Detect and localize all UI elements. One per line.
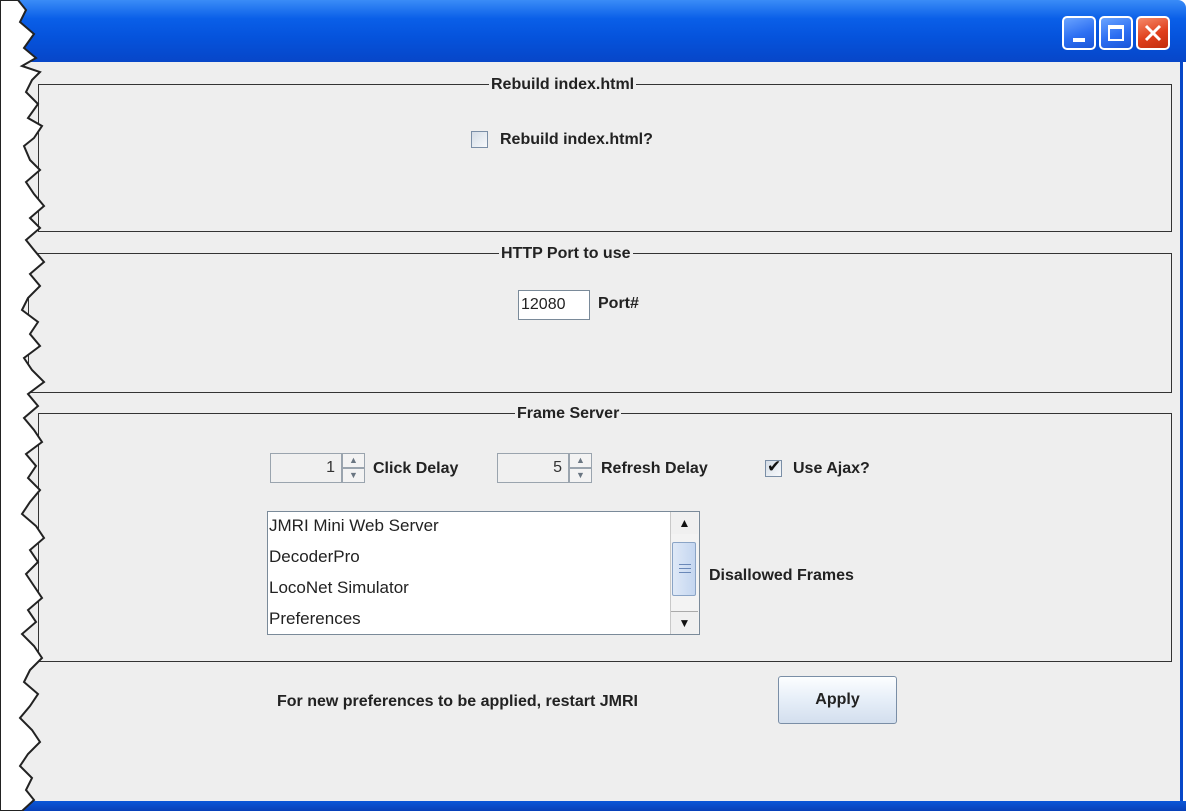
list-item[interactable]: DecoderPro (268, 543, 360, 574)
minimize-icon (1073, 38, 1085, 42)
refresh-delay-input[interactable]: 5 (497, 453, 569, 483)
use-ajax-checkbox[interactable]: ✔ (765, 457, 782, 477)
maximize-icon (1108, 25, 1124, 41)
http-port-group-title: HTTP Port to use (499, 244, 633, 264)
click-delay-spinner[interactable]: 1 ▲ ▼ (270, 453, 365, 483)
preferences-window: Rebuild index.html Rebuild index.html? H… (0, 0, 1186, 811)
click-delay-label: Click Delay (373, 460, 459, 477)
disallowed-frames-list[interactable]: JMRI Mini Web Server DecoderPro LocoNet … (267, 511, 700, 635)
torn-edge-decoration (0, 0, 46, 811)
rebuild-index-label: Rebuild index.html? (500, 131, 653, 148)
title-bar[interactable] (0, 0, 1186, 62)
port-label: Port# (598, 295, 639, 312)
refresh-delay-down-arrow-icon[interactable]: ▼ (569, 468, 592, 483)
disallowed-frames-label: Disallowed Frames (709, 567, 854, 584)
minimize-button[interactable] (1062, 16, 1096, 50)
list-scrollbar[interactable]: ▲ ▼ (670, 512, 699, 634)
scroll-up-arrow-icon[interactable]: ▲ (671, 512, 698, 534)
list-item[interactable]: Preferences (268, 605, 361, 636)
grip-line (679, 568, 691, 569)
checkmark-icon: ✔ (767, 457, 782, 476)
rebuild-index-group: Rebuild index.html (38, 75, 1172, 232)
close-button[interactable] (1136, 16, 1170, 50)
use-ajax-label: Use Ajax? (793, 460, 870, 477)
grip-line (679, 564, 691, 565)
rebuild-index-checkbox[interactable] (471, 131, 488, 148)
list-item[interactable]: JMRI Mini Web Server (268, 512, 439, 543)
restart-note: For new preferences to be applied, resta… (277, 693, 638, 710)
click-delay-down-arrow-icon[interactable]: ▼ (342, 468, 365, 483)
grip-line (679, 572, 691, 573)
http-port-group: HTTP Port to use (28, 244, 1172, 393)
frame-server-group-title: Frame Server (515, 404, 622, 424)
window-bottom-border (0, 801, 1186, 811)
scroll-down-arrow-icon[interactable]: ▼ (671, 611, 698, 634)
list-item[interactable]: LocoNet Simulator (268, 574, 409, 605)
click-delay-input[interactable]: 1 (270, 453, 342, 483)
close-icon (1144, 24, 1162, 42)
apply-button[interactable]: Apply (778, 676, 897, 724)
click-delay-up-arrow-icon[interactable]: ▲ (342, 453, 365, 468)
refresh-delay-spinner[interactable]: 5 ▲ ▼ (497, 453, 592, 483)
refresh-delay-up-arrow-icon[interactable]: ▲ (569, 453, 592, 468)
maximize-button[interactable] (1099, 16, 1133, 50)
refresh-delay-label: Refresh Delay (601, 460, 708, 477)
port-input[interactable]: 12080 (518, 290, 590, 320)
scroll-thumb[interactable] (672, 542, 696, 596)
rebuild-group-title: Rebuild index.html (489, 75, 637, 95)
